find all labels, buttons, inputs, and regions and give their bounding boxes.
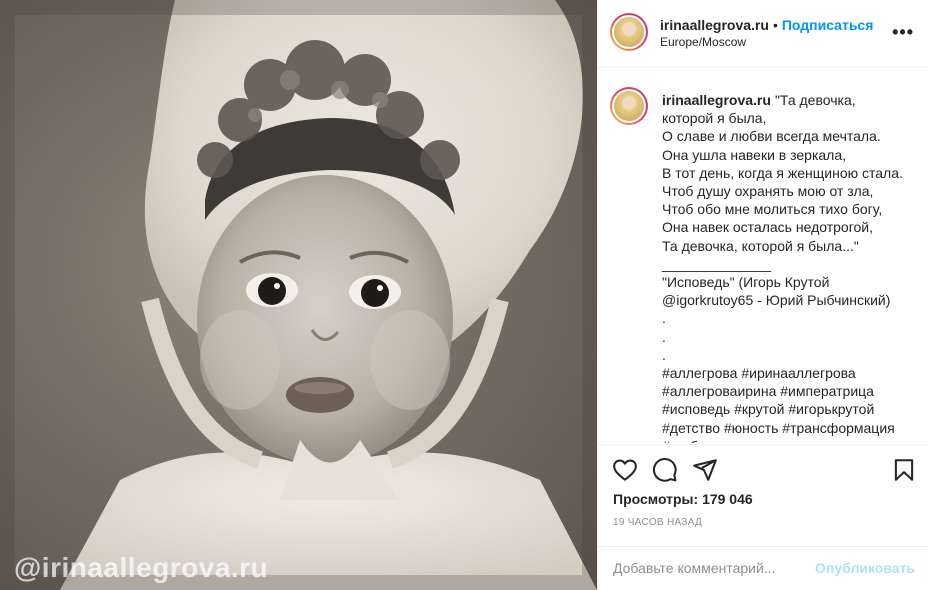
author-line: irinaallegrova.ru • Подписаться — [660, 17, 873, 33]
paper-plane-icon[interactable] — [692, 457, 718, 483]
post-timestamp[interactable]: 19 часов назад — [613, 517, 702, 528]
follow-button[interactable]: Подписаться — [782, 17, 874, 33]
more-options-icon[interactable]: ••• — [892, 22, 914, 43]
author-username[interactable]: irinaallegrova.ru — [660, 17, 769, 33]
post-location[interactable]: Europe/Moscow — [660, 35, 746, 49]
bookmark-icon[interactable] — [891, 457, 917, 483]
baby-portrait-image — [0, 0, 597, 590]
post-sidebar: irinaallegrova.ru • Подписаться Europe/Mos… — [597, 0, 928, 590]
views-label: Просмотры: — [613, 491, 699, 507]
views-counter[interactable]: Просмотры: 179 046 — [613, 491, 753, 507]
post-photo[interactable]: @irinaallegrova.ru — [0, 0, 597, 590]
caption-author-avatar[interactable] — [610, 87, 648, 125]
heart-icon[interactable] — [612, 457, 638, 483]
views-count: 179 046 — [702, 491, 753, 507]
comment-form: Опубликовать — [598, 546, 928, 590]
caption-username[interactable]: irinaallegrova.ru — [662, 92, 771, 108]
photo-watermark: @irinaallegrova.ru — [14, 552, 269, 583]
caption-text: "Та девочка, которой я была, О славе и л… — [662, 92, 903, 443]
separator-dot: • — [772, 17, 778, 33]
comment-input[interactable] — [613, 557, 813, 579]
caption-section: irinaallegrova.ru "Та девочка, которой я … — [598, 69, 928, 443]
comment-icon[interactable] — [652, 457, 678, 483]
post-header: irinaallegrova.ru • Подписаться Europe/Mos… — [598, 0, 928, 68]
post-actions: Просмотры: 179 046 19 часов назад — [598, 444, 928, 546]
author-avatar[interactable] — [610, 13, 648, 51]
caption-text-block: irinaallegrova.ru "Та девочка, которой я … — [662, 91, 924, 443]
publish-button[interactable]: Опубликовать — [815, 560, 915, 576]
